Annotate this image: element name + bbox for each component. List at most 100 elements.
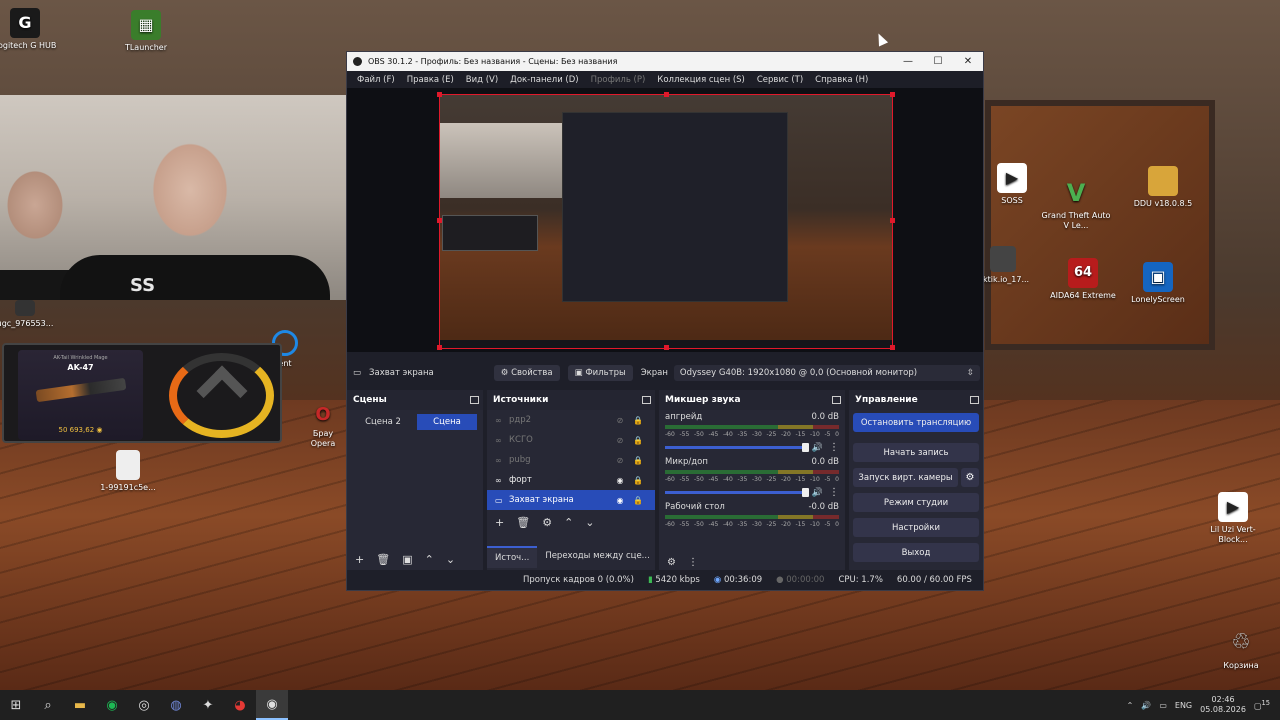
windows-start-icon[interactable]: ⊞	[0, 690, 32, 720]
minimize-button[interactable]: —	[893, 56, 923, 67]
chevron-up-icon[interactable]: ⌃	[1127, 701, 1134, 710]
fader-track[interactable]	[665, 443, 809, 452]
kebab-menu-icon[interactable]: ⋮	[823, 442, 839, 453]
screen-select[interactable]: Odyssey G40B: 1920x1080 @ 0,0 (Основной …	[673, 365, 980, 381]
lock-icon[interactable]: 🔒	[629, 416, 647, 425]
source-item[interactable]: ∞ pubg ⊘ 🔒	[487, 450, 655, 470]
menu-profile[interactable]: Профиль (P)	[585, 75, 652, 85]
desktop-icon-opera[interactable]: O Брау Opera	[300, 404, 346, 449]
start-record-button[interactable]: Начать запись	[853, 443, 979, 462]
add-icon[interactable]: +	[495, 516, 504, 529]
resize-handle[interactable]	[890, 92, 895, 97]
language-indicator[interactable]: ENG	[1175, 701, 1192, 710]
app-icon[interactable]: ✦	[192, 690, 224, 720]
scene-item[interactable]: Сцена 2	[353, 414, 413, 430]
fader-knob[interactable]	[802, 488, 809, 497]
clock[interactable]: 02:46 05.08.2026	[1200, 695, 1246, 715]
scene-item-active[interactable]: Сцена	[417, 414, 477, 430]
virtual-cam-button[interactable]: Запуск вирт. камеры	[853, 468, 958, 487]
menu-tools[interactable]: Сервис (T)	[751, 75, 809, 85]
maximize-button[interactable]: ☐	[923, 56, 953, 67]
desktop-icon-aida64[interactable]: 64 AIDA64 Extreme	[1048, 258, 1118, 301]
spotify-icon[interactable]: ◉	[96, 690, 128, 720]
menu-edit[interactable]: Правка (E)	[401, 75, 460, 85]
menu-view[interactable]: Вид (V)	[460, 75, 504, 85]
close-button[interactable]: ✕	[953, 56, 983, 67]
resize-handle[interactable]	[664, 345, 669, 350]
preview-area[interactable]	[347, 88, 983, 352]
resize-handle[interactable]	[437, 218, 442, 223]
arrow-down-icon[interactable]: ⌄	[446, 553, 455, 566]
desktop-icon-gtav[interactable]: V Grand Theft Auto V Le...	[1041, 178, 1111, 231]
properties-button[interactable]: ⚙ Свойства	[493, 365, 560, 381]
trash-icon[interactable]: 🗑	[516, 516, 530, 529]
fader-knob[interactable]	[802, 443, 809, 452]
arrow-down-icon[interactable]: ⌄	[585, 516, 594, 529]
menu-help[interactable]: Справка (H)	[809, 75, 874, 85]
kebab-menu-icon[interactable]: ⋮	[823, 487, 839, 498]
lock-icon[interactable]: 🔒	[629, 456, 647, 465]
volume-icon[interactable]: 🔊	[1141, 701, 1151, 710]
desktop-icon-recycle-bin[interactable]: ♲ Корзина	[1206, 628, 1276, 671]
steam-icon[interactable]: ◎	[128, 690, 160, 720]
desktop-icon-logitech[interactable]: G Logitech G HUB	[0, 8, 60, 51]
desktop-icon-ktik[interactable]: ktik.io_17...	[983, 246, 1029, 285]
lock-icon[interactable]: 🔒	[629, 436, 647, 445]
undock-icon[interactable]	[642, 396, 651, 404]
desktop-icon-file[interactable]: 1-99191c5e...	[93, 450, 163, 493]
tab-sources[interactable]: Источ...	[487, 546, 538, 568]
resize-handle[interactable]	[664, 92, 669, 97]
resize-handle[interactable]	[890, 218, 895, 223]
fader-track[interactable]	[665, 488, 809, 497]
obs-taskbar-icon[interactable]: ◉	[256, 690, 288, 720]
settings-button[interactable]: Настройки	[853, 518, 979, 537]
notifications-icon[interactable]: ▢15	[1254, 699, 1270, 711]
eye-hidden-icon[interactable]: ⊘	[611, 416, 629, 425]
lock-icon[interactable]: 🔒	[629, 476, 647, 485]
desktop-icon-lonelyscreen[interactable]: ▣ LonelyScreen	[1123, 262, 1193, 305]
menu-file[interactable]: Файл (F)	[351, 75, 401, 85]
filters-button[interactable]: ▣ Фильтры	[567, 365, 633, 381]
speaker-icon[interactable]: 🔊	[809, 443, 823, 453]
stop-stream-button[interactable]: Остановить трансляцию	[853, 413, 979, 432]
arrow-up-icon[interactable]: ⌃	[564, 516, 573, 529]
desktop-icon-tlauncher[interactable]: ▦ TLauncher	[111, 10, 181, 53]
volume-fader[interactable]: 🔊 ⋮	[665, 442, 839, 453]
eye-icon[interactable]: ◉	[611, 496, 629, 505]
menu-scene-collection[interactable]: Коллекция сцен (S)	[651, 75, 751, 85]
source-item[interactable]: ∞ КСГО ⊘ 🔒	[487, 430, 655, 450]
speaker-icon[interactable]: 🔊	[809, 488, 823, 498]
volume-fader[interactable]: 🔊 ⋮	[665, 487, 839, 498]
desktop-icon-soss[interactable]: ▶ SOSS	[977, 163, 1047, 206]
desktop-icon-ddu[interactable]: DDU v18.0.8.5	[1128, 166, 1198, 209]
resize-handle[interactable]	[890, 345, 895, 350]
trash-icon[interactable]: 🗑	[376, 553, 390, 566]
gear-icon[interactable]: ⚙	[542, 516, 552, 529]
eye-hidden-icon[interactable]: ⊘	[611, 436, 629, 445]
filter-icon[interactable]: ▣	[402, 553, 412, 566]
eye-hidden-icon[interactable]: ⊘	[611, 456, 629, 465]
source-item[interactable]: ∞ рдр2 ⊘ 🔒	[487, 410, 655, 430]
lock-icon[interactable]: 🔒	[629, 496, 647, 505]
studio-mode-button[interactable]: Режим студии	[853, 493, 979, 512]
gear-icon[interactable]: ⚙	[961, 468, 979, 487]
menu-docks[interactable]: Док-панели (D)	[504, 75, 584, 85]
resize-handle[interactable]	[437, 345, 442, 350]
chrome-icon[interactable]: ◕	[224, 690, 256, 720]
undock-icon[interactable]	[832, 396, 841, 404]
discord-icon[interactable]: ◍	[160, 690, 192, 720]
source-item-active[interactable]: ▭ Захват экрана ◉ 🔒	[487, 490, 655, 510]
resize-handle[interactable]	[437, 92, 442, 97]
arrow-up-icon[interactable]: ⌃	[425, 553, 434, 566]
network-icon[interactable]: ▭	[1159, 701, 1167, 710]
preview-canvas[interactable]	[439, 94, 893, 349]
source-item[interactable]: ∞ форт ◉ 🔒	[487, 470, 655, 490]
desktop-icon-liluzi[interactable]: ▶ Lil Uzi Vert-Block...	[1198, 492, 1268, 545]
tab-transitions[interactable]: Переходы между сце...	[537, 546, 657, 568]
add-icon[interactable]: +	[355, 553, 364, 566]
undock-icon[interactable]	[470, 396, 479, 404]
file-explorer-icon[interactable]: ▬	[64, 690, 96, 720]
search-icon[interactable]: ⌕	[32, 690, 64, 720]
desktop-icon-ugc[interactable]: ugc_976553...	[0, 300, 60, 329]
exit-button[interactable]: Выход	[853, 543, 979, 562]
